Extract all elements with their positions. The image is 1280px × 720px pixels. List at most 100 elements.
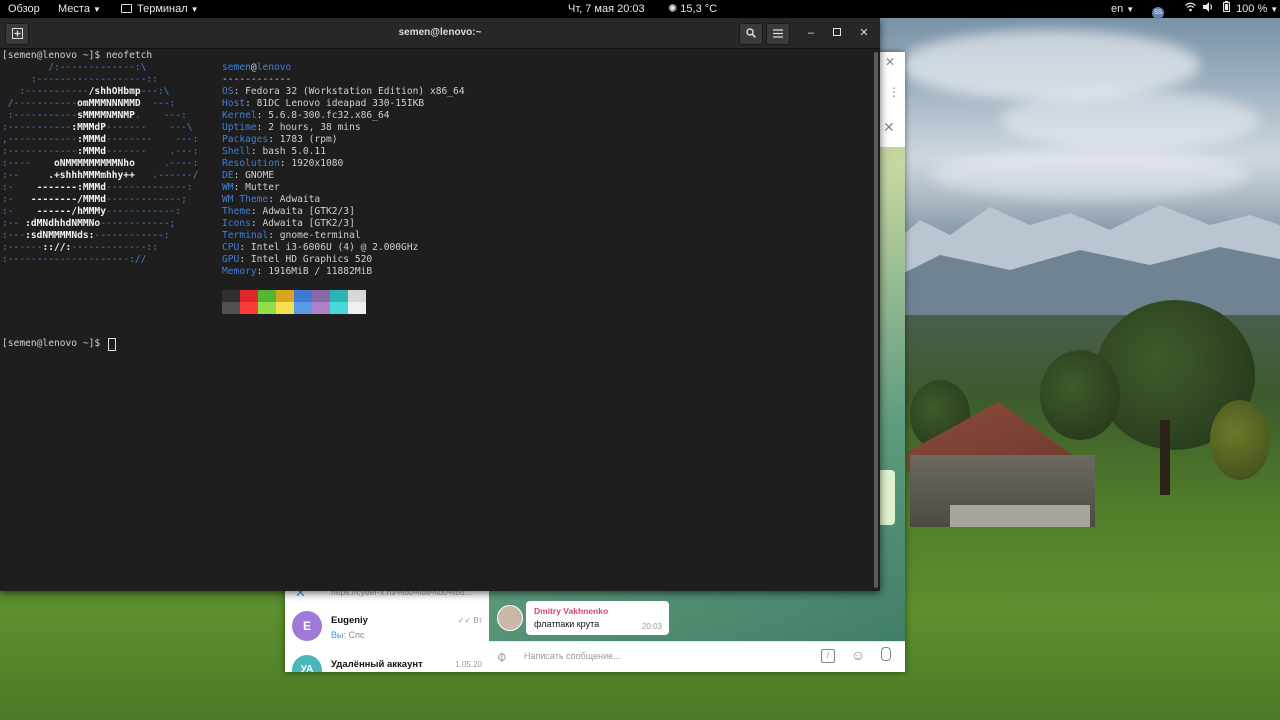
message-time: 20:03 [641, 622, 662, 631]
chevron-down-icon: ▼ [1270, 5, 1279, 14]
message-text: флатпаки крута [534, 619, 600, 629]
paperclip-icon[interactable]: ⌀ [492, 648, 510, 666]
palette-swatch [348, 302, 366, 314]
search-icon [746, 28, 756, 38]
mountains-graphic [880, 205, 1280, 315]
info-row: Uptime: 2 hours, 38 mins [222, 122, 361, 133]
emoji-icon[interactable]: ☺ [851, 647, 865, 663]
palette-swatch [312, 302, 330, 314]
message-author: Dmitry Vakhnenko [534, 606, 609, 616]
palette-swatch [240, 290, 258, 302]
terminal-header-bar: semen@lenovo:~ – ✕ [0, 18, 880, 49]
chat-name: Удалённый аккаунт [331, 659, 423, 670]
logo-line: ,------------:MMMd-------- ---: [2, 134, 199, 145]
prompt-line: [semen@lenovo ~]$ [2, 338, 106, 349]
logo-line: :-- .+shhhMMMmhhy++ .------/ [2, 170, 199, 181]
logo-line: :-----------/shhOHbmp---:\ [19, 86, 170, 97]
logo-line: :------------:MMMd------- .---: [2, 146, 199, 157]
user-host: semen@lenovo [222, 62, 292, 73]
info-row: Terminal: gnome-terminal [222, 230, 361, 241]
logo-line: :-----------:MMMdP------- ---\ [2, 122, 193, 133]
palette-swatch [294, 290, 312, 302]
bot-commands-icon[interactable]: / [821, 649, 835, 663]
info-row: Icons: Adwaita [GTK2/3] [222, 218, 355, 229]
palette-swatch [258, 302, 276, 314]
command-line: [semen@lenovo ~]$ neofetch [2, 50, 153, 61]
palette-swatch [276, 302, 294, 314]
wifi-icon[interactable] [1185, 0, 1196, 18]
avatar [497, 605, 523, 631]
info-row: OS: Fedora 32 (Workstation Edition) x86_… [222, 86, 465, 97]
logo-line: :-----------sMMMMNMNMP. ---: [7, 110, 187, 121]
chevron-down-icon: ▼ [92, 5, 101, 14]
terminal-icon [121, 4, 132, 13]
battery-icon [1223, 1, 1230, 13]
new-tab-button[interactable] [5, 23, 29, 45]
new-tab-icon [11, 28, 23, 39]
info-row: GPU: Intel HD Graphics 520 [222, 254, 373, 265]
info-row: Shell: bash 5.0.11 [222, 146, 326, 157]
chat-name: Eugeniy [331, 615, 368, 626]
app-menu[interactable]: Терминал ▼ [121, 0, 199, 18]
minimize-icon: – [807, 27, 815, 39]
battery-indicator[interactable]: 100 % ▼ [1223, 0, 1278, 18]
chevron-down-icon: ▼ [190, 5, 199, 14]
close-icon: ✕ [859, 27, 869, 39]
info-row: Memory: 1916MiB / 11882MiB [222, 266, 373, 277]
chat-item-eugeniy[interactable]: E Eugeniy Вы: Спс ✓✓ Вт [285, 604, 489, 648]
clock[interactable]: Чт, 7 мая 20:03 [568, 0, 645, 18]
text-cursor [108, 338, 116, 351]
avatar: E [292, 611, 322, 641]
volume-icon[interactable] [1203, 0, 1214, 18]
palette-swatch [222, 302, 240, 314]
close-icon[interactable]: ✕ [883, 119, 895, 136]
palette-swatch [294, 302, 312, 314]
logo-line: :- ------/hMMMy------------: [2, 206, 182, 217]
info-row: Host: 81DC Lenovo ideapad 330-15IKB [222, 98, 425, 109]
info-row: WM Theme: Adwaita [222, 194, 321, 205]
close-button[interactable]: ✕ [853, 23, 875, 43]
keyboard-layout[interactable]: en ▼ [1111, 0, 1134, 18]
terminal-output[interactable]: [semen@lenovo ~]$ neofetch /:-----------… [0, 49, 870, 591]
sun-icon: ✺ [668, 3, 681, 15]
chat-preview: Спс [348, 630, 365, 640]
avatar: УА [292, 655, 322, 672]
logo-line: /:-------------:\ [48, 62, 147, 73]
palette-swatch [240, 302, 258, 314]
message-input[interactable]: Написать сообщение... [524, 651, 621, 661]
message-composer: ⌀ Написать сообщение... / ☺ [489, 641, 905, 672]
microphone-icon[interactable] [881, 647, 891, 661]
logo-line: :-- :dMNdhhdNMMNo------------; [2, 218, 176, 229]
scrollbar[interactable] [874, 52, 878, 588]
palette-swatch [222, 290, 240, 302]
close-icon[interactable]: ✕ [885, 55, 895, 69]
menu-button[interactable] [766, 23, 790, 45]
places-menu[interactable]: Места ▼ [58, 0, 101, 18]
minimize-button[interactable]: – [800, 23, 822, 43]
logo-line: /-----------omMMMNNNMMD ---: [7, 98, 176, 109]
logo-line: :---- oNMMMMMMMMMNho .----: [2, 158, 199, 169]
logo-line: :---:sdNMMMMNds:------------: [2, 230, 170, 241]
logo-line: :---------------------:// [2, 254, 147, 265]
hamburger-icon [773, 29, 783, 38]
logo-line: :-------------------:: [30, 74, 158, 85]
message-bubble: Dmitry Vakhnenko флатпаки крута 20:03 [526, 601, 669, 635]
search-button[interactable] [739, 23, 763, 45]
palette-swatch [330, 290, 348, 302]
info-row: DE: GNOME [222, 170, 274, 181]
info-row: WM: Mutter [222, 182, 280, 193]
activities-button[interactable]: Обзор [8, 0, 40, 18]
avatar: SS [1152, 7, 1164, 19]
chevron-down-icon: ▼ [1126, 5, 1135, 14]
separator: ------------ [222, 74, 292, 85]
info-row: Resolution: 1920x1080 [222, 158, 344, 169]
maximize-icon [833, 28, 841, 36]
chat-item-deleted-account[interactable]: УА Удалённый аккаунт 1.05.20 [285, 648, 489, 672]
palette-swatch [258, 290, 276, 302]
maximize-button[interactable] [826, 23, 848, 43]
user-avatar[interactable]: SS [1152, 0, 1164, 19]
weather-indicator[interactable]: ✺ 15,3 °C [668, 0, 717, 18]
palette-swatch [348, 290, 366, 302]
palette-swatch [312, 290, 330, 302]
more-vertical-icon[interactable]: ⋮ [888, 85, 900, 99]
